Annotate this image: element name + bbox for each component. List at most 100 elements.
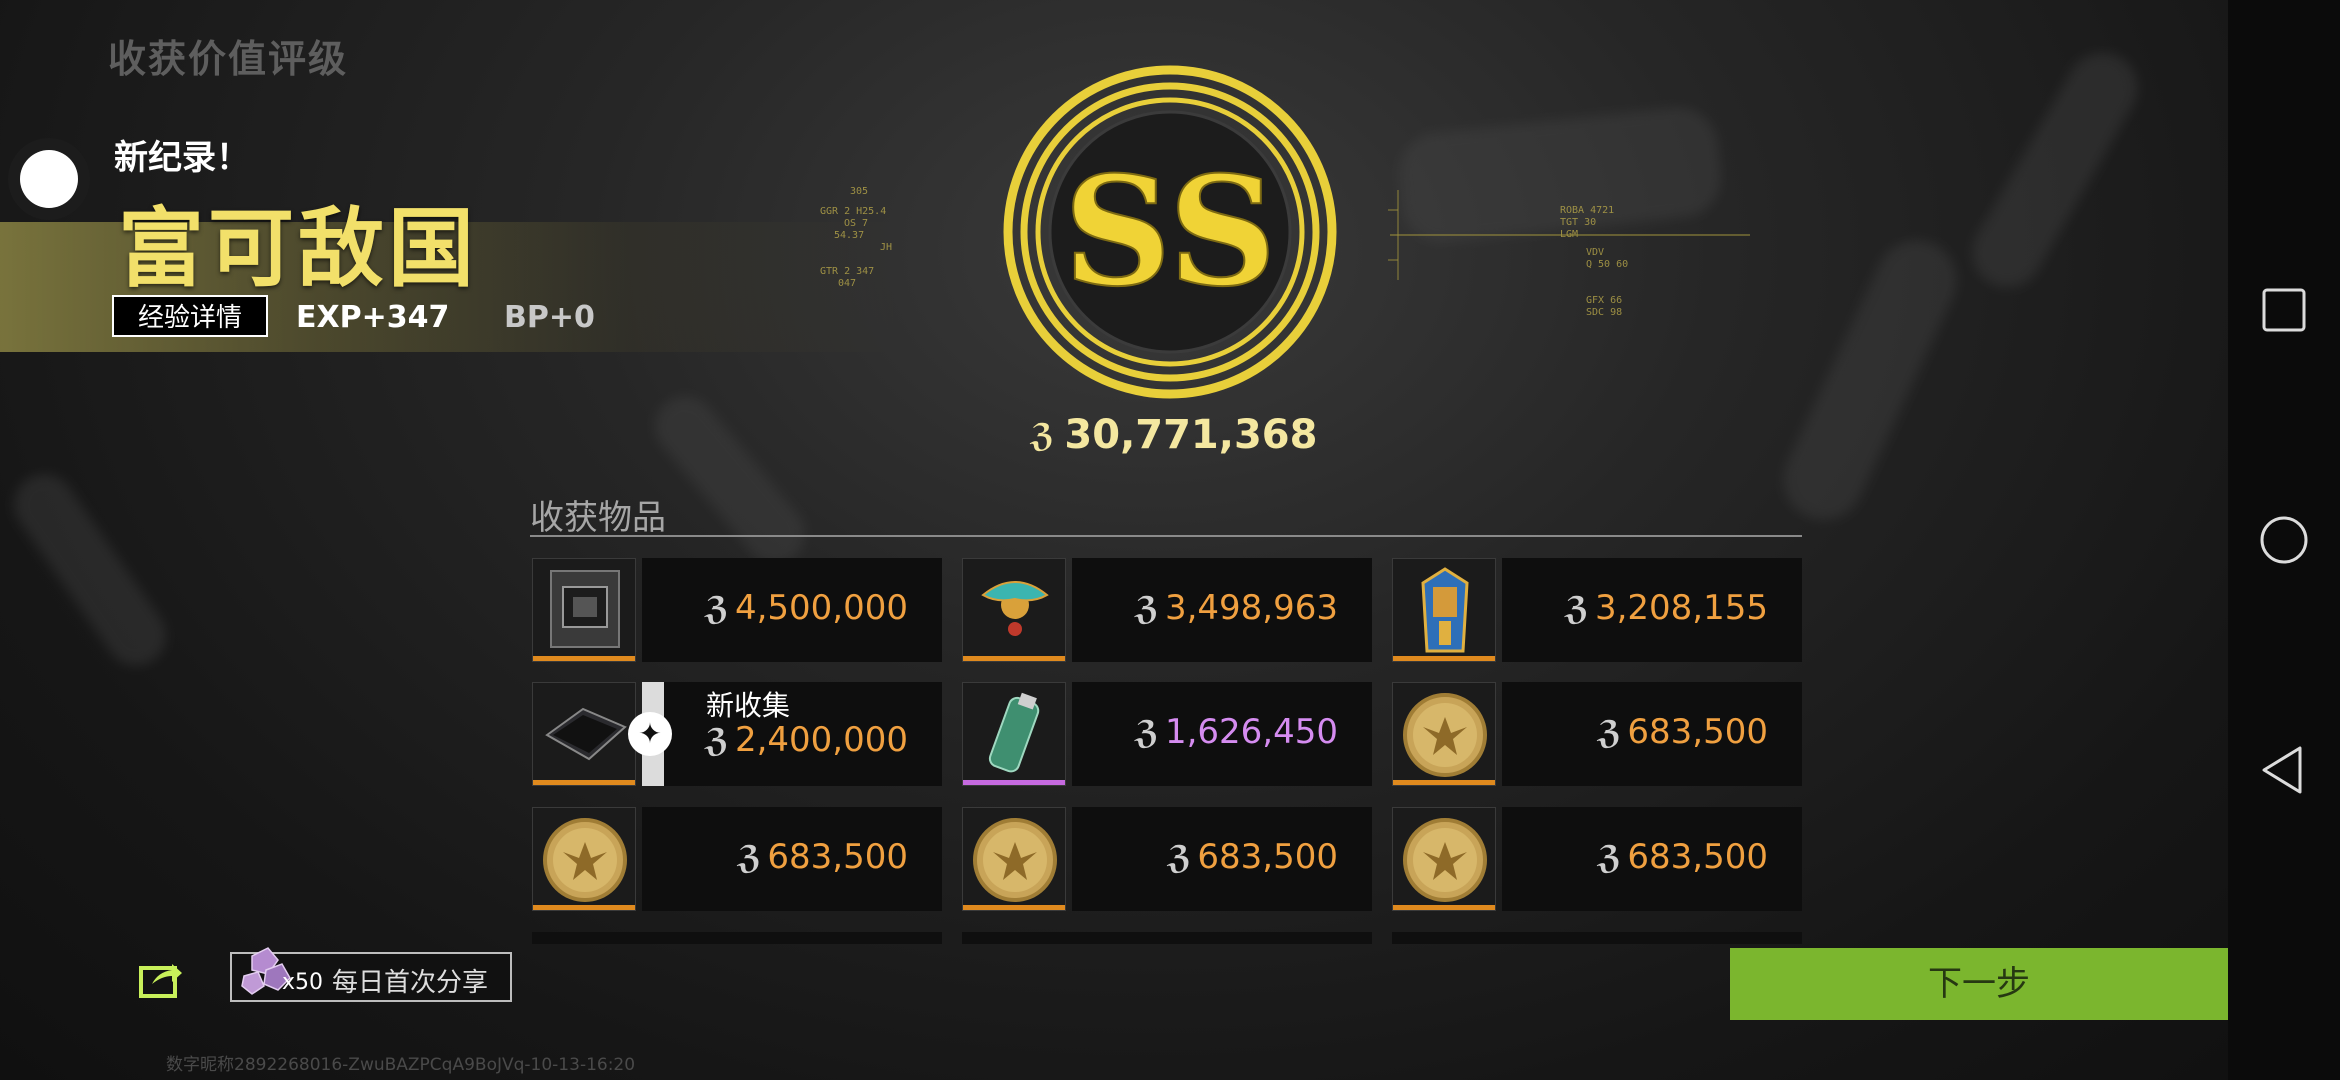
new-badge-icon: ✦: [628, 712, 672, 756]
item-thumbnail: [962, 807, 1066, 911]
system-nav-bar: [2228, 0, 2340, 1080]
item-value-plate: ✦ 新收集 ℨ 2,400,000: [628, 682, 942, 786]
item-value: 2,400,000: [734, 720, 908, 760]
item-price: ℨ 3,498,963: [1135, 588, 1338, 628]
item-thumbnail: [532, 682, 636, 786]
hud-crosshair-lines: [1388, 190, 1750, 280]
currency-icon: ℨ: [1134, 589, 1159, 627]
recent-apps-icon[interactable]: [2256, 282, 2312, 338]
item-thumbnail: [962, 558, 1066, 662]
gold-coin-icon: [1403, 818, 1487, 902]
exp-details-button[interactable]: 经验详情: [112, 295, 268, 337]
bg-shape: [1959, 39, 2151, 301]
harvest-item[interactable]: ℨ 3,208,155: [1392, 558, 1802, 662]
rating-badge: SS: [1000, 62, 1340, 402]
harvest-item[interactable]: ℨ 683,500: [1392, 682, 1802, 786]
section-title: 收获物品: [530, 498, 666, 538]
share-icon[interactable]: [138, 958, 184, 1000]
scroll-peek-row: [532, 932, 942, 944]
item-thumbnail: [962, 682, 1066, 786]
hud-text: GTR 2 347: [820, 266, 875, 277]
tablet-device-icon: [545, 707, 627, 761]
item-value-plate: ℨ 683,500: [642, 807, 942, 911]
item-value: 683,500: [767, 837, 908, 877]
item-value: 683,500: [1627, 837, 1768, 877]
hud-text: OS 7: [844, 218, 869, 229]
currency-icon: ℨ: [1564, 589, 1589, 627]
item-price: ℨ 3,208,155: [1565, 588, 1768, 628]
pharaoh-bust-icon: [1421, 567, 1469, 653]
hud-text: JH: [880, 242, 893, 253]
scroll-peek-row: [1392, 932, 1802, 944]
item-value: 683,500: [1197, 837, 1338, 877]
rarity-bar: [963, 780, 1065, 785]
item-value: 1,626,450: [1164, 712, 1338, 752]
item-price: ℨ 1,626,450: [1135, 712, 1338, 752]
hud-text: GFX 66: [1586, 295, 1623, 306]
item-value: 683,500: [1627, 712, 1768, 752]
item-value: 3,498,963: [1164, 588, 1338, 628]
item-price: ℨ 683,500: [1597, 712, 1768, 752]
home-icon[interactable]: [2256, 512, 2312, 568]
total-value: ℨ 30,771,368: [1030, 412, 1330, 458]
bg-shape: [1770, 227, 1970, 533]
gold-coin-icon: [973, 818, 1057, 902]
item-value-plate: ℨ 683,500: [1502, 807, 1802, 911]
item-thumbnail: [1392, 682, 1496, 786]
share-label: 每日首次分享: [332, 968, 489, 998]
item-price: ℨ 2,400,000: [705, 720, 908, 760]
item-thumbnail: [532, 558, 636, 662]
harvest-item[interactable]: ℨ 3,498,963: [962, 558, 1372, 662]
hud-text: 305: [850, 186, 869, 197]
rarity-bar: [963, 905, 1065, 910]
currency-icon: ℨ: [736, 838, 762, 876]
hud-text: 54.37: [834, 230, 865, 241]
total-value-text: 30,771,368: [1064, 412, 1318, 458]
currency-icon: ℨ: [704, 721, 729, 759]
item-value-plate: ℨ 4,500,000: [642, 558, 942, 662]
harvest-item[interactable]: ℨ 4,500,000: [532, 558, 942, 662]
scarab-necklace-icon: [981, 581, 1049, 636]
currency-icon: ℨ: [1596, 838, 1622, 876]
harvest-item[interactable]: ℨ 683,500: [1392, 807, 1802, 911]
hud-text: SDC 98: [1586, 307, 1623, 318]
rarity-bar: [963, 656, 1065, 661]
exp-value: EXP+347: [296, 300, 450, 335]
harvest-item[interactable]: ✦ 新收集 ℨ 2,400,000: [532, 682, 942, 786]
record-indicator-dot: [20, 150, 78, 208]
rarity-bar: [1393, 780, 1495, 785]
gem-count: x50: [282, 970, 324, 995]
item-value-plate: ℨ 683,500: [1502, 682, 1802, 786]
rarity-bar: [1393, 656, 1495, 661]
next-step-button[interactable]: 下一步: [1730, 948, 2228, 1020]
new-collection-tag: ✦: [628, 682, 672, 786]
rarity-bar: [533, 656, 635, 661]
currency-icon: ℨ: [1166, 838, 1192, 876]
harvest-item[interactable]: ℨ 683,500: [532, 807, 942, 911]
rarity-bar: [1393, 905, 1495, 910]
currency-icon: ℨ: [1030, 416, 1055, 454]
item-value-plate: ℨ 683,500: [1072, 807, 1372, 911]
item-value-plate: ℨ 1,626,450: [1072, 682, 1372, 786]
item-price: ℨ 683,500: [1597, 837, 1768, 877]
gold-coin-icon: [543, 818, 627, 902]
page-title: 收获价值评级: [108, 37, 349, 81]
item-price: ℨ 4,500,000: [705, 588, 908, 628]
bg-shape: [642, 384, 818, 576]
currency-icon: ℨ: [1134, 713, 1159, 751]
harvest-item[interactable]: ℨ 683,500: [962, 807, 1372, 911]
item-value: 3,208,155: [1594, 588, 1768, 628]
hud-readout-left: 305 GGR 2 H25.4 OS 7 54.37 JH GTR 2 347 …: [820, 186, 930, 290]
bp-value: BP+0: [504, 300, 595, 335]
currency-icon: ℨ: [1596, 713, 1622, 751]
daily-share-button[interactable]: x50 每日首次分享: [230, 947, 512, 1002]
hud-text: 047: [838, 278, 857, 289]
jade-vial-icon: [988, 692, 1040, 773]
item-value-plate: ℨ 3,498,963: [1072, 558, 1372, 662]
new-collection-label: 新收集: [706, 689, 791, 722]
harvest-item[interactable]: ℨ 1,626,450: [962, 682, 1372, 786]
back-icon[interactable]: [2256, 742, 2312, 798]
item-value: 4,500,000: [734, 588, 908, 628]
item-thumbnail: [532, 807, 636, 911]
rarity-bar: [533, 905, 635, 910]
